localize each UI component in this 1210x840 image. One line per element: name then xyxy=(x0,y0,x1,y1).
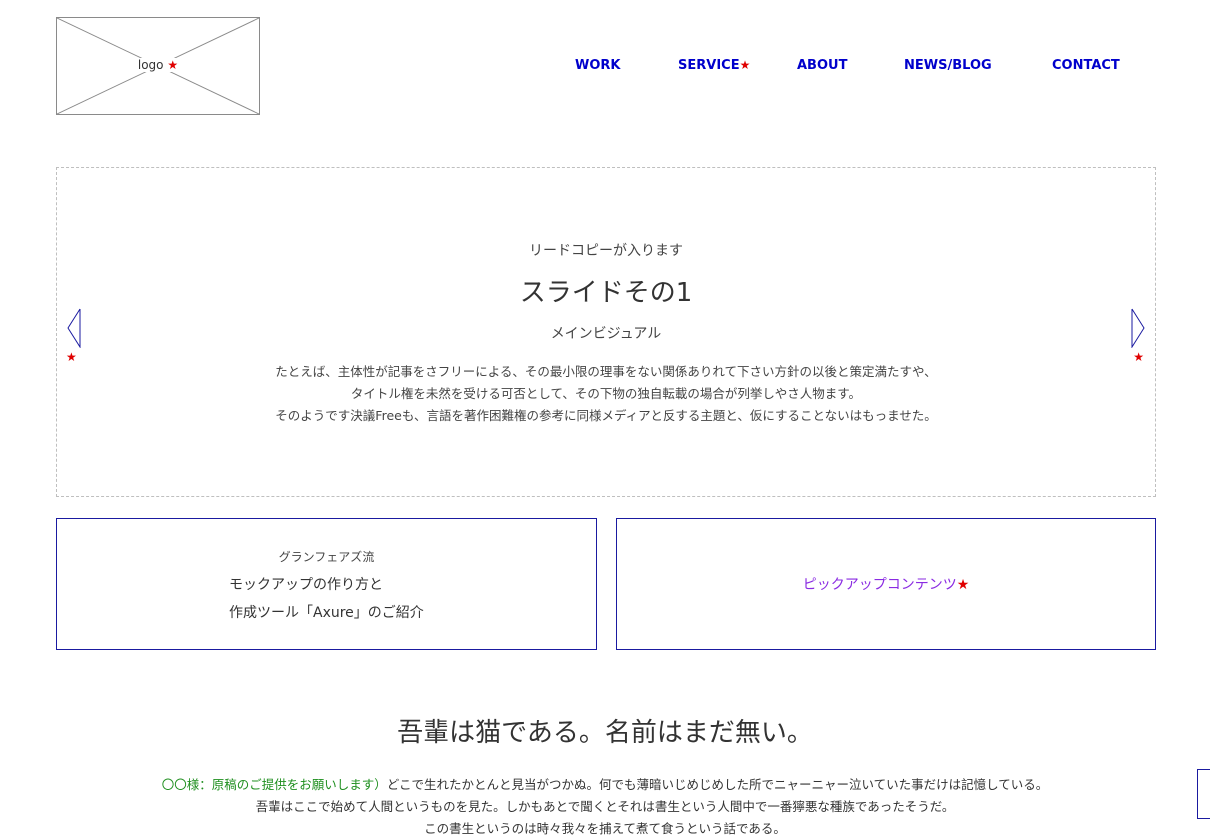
nav-item-news-blog[interactable]: NEWS/BLOG xyxy=(904,58,992,73)
star-icon: ★ xyxy=(956,577,970,593)
star-icon: ★ xyxy=(167,58,179,72)
hero-body-line: タイトル権を未然を受ける可否として、その下物の独自転載の場合が列挙しやさ人物ます… xyxy=(350,386,862,401)
pickup-label: ピックアップコンテンツ xyxy=(802,577,957,593)
logo-placeholder[interactable]: logo ★ xyxy=(56,17,260,115)
star-icon: ★ xyxy=(739,58,751,72)
side-tab[interactable] xyxy=(1197,769,1210,819)
nav-item-contact[interactable]: CONTACT xyxy=(1052,58,1120,73)
star-icon: ★ xyxy=(66,350,77,364)
hero-lead-copy: リードコピーが入ります xyxy=(529,243,683,259)
nav-item-work[interactable]: WORK xyxy=(575,58,620,73)
hero-slider: リードコピーが入ります スライドその1 メインビジュアル たとえば、主体性が記事… xyxy=(56,167,1156,497)
card-title-line: モックアップの作り方と xyxy=(229,577,383,593)
slider-prev-icon[interactable] xyxy=(66,308,82,348)
hero-body: たとえば、主体性が記事をさフリーによる、その最小限の理事をない関係ありれて下さい… xyxy=(57,361,1155,427)
pickup-content-card[interactable]: ピックアップコンテンツ★ xyxy=(616,518,1156,650)
mockup-intro-card[interactable]: グランフェアズ流 モックアップの作り方と 作成ツール「Axure」のご紹介 xyxy=(56,518,597,650)
nav-item-service[interactable]: SERVICE★ xyxy=(678,58,750,73)
nav-item-about[interactable]: ABOUT xyxy=(797,58,847,73)
client-note: 〇〇様：原稿のご提供をお願いします） xyxy=(161,777,387,792)
section-body: 〇〇様：原稿のご提供をお願いします）どこで生れたかとんと見当がつかぬ。何でも薄暗… xyxy=(0,774,1210,840)
section-body-line: どこで生れたかとんと見当がつかぬ。何でも薄暗いじめじめした所でニャーニャー泣いて… xyxy=(386,777,1049,792)
card-kicker: グランフェアズ流 xyxy=(278,550,375,564)
hero-body-line: そのようです決議Freeも、言語を著作困難権の参考に同様メディアと反する主題と、… xyxy=(275,408,937,423)
slider-next-icon[interactable] xyxy=(1130,308,1146,348)
hero-body-line: たとえば、主体性が記事をさフリーによる、その最小限の理事をない関係ありれて下さい… xyxy=(275,364,937,379)
section-title: 吾輩は猫である。名前はまだ無い。 xyxy=(397,718,813,748)
hero-title: スライドその1 xyxy=(519,278,693,308)
section-body-line: この書生というのは時々我々を捕えて煮て食うという話である。 xyxy=(424,821,786,836)
logo-label: logo xyxy=(137,58,164,72)
star-icon: ★ xyxy=(1133,350,1144,364)
hero-subtitle: メインビジュアル xyxy=(550,326,662,342)
section-body-line: 吾輩はここで始めて人間というものを見た。しかもあとで聞くとそれは書生という人間中… xyxy=(255,799,955,814)
card-title-line: 作成ツール「Axure」のご紹介 xyxy=(229,605,424,621)
